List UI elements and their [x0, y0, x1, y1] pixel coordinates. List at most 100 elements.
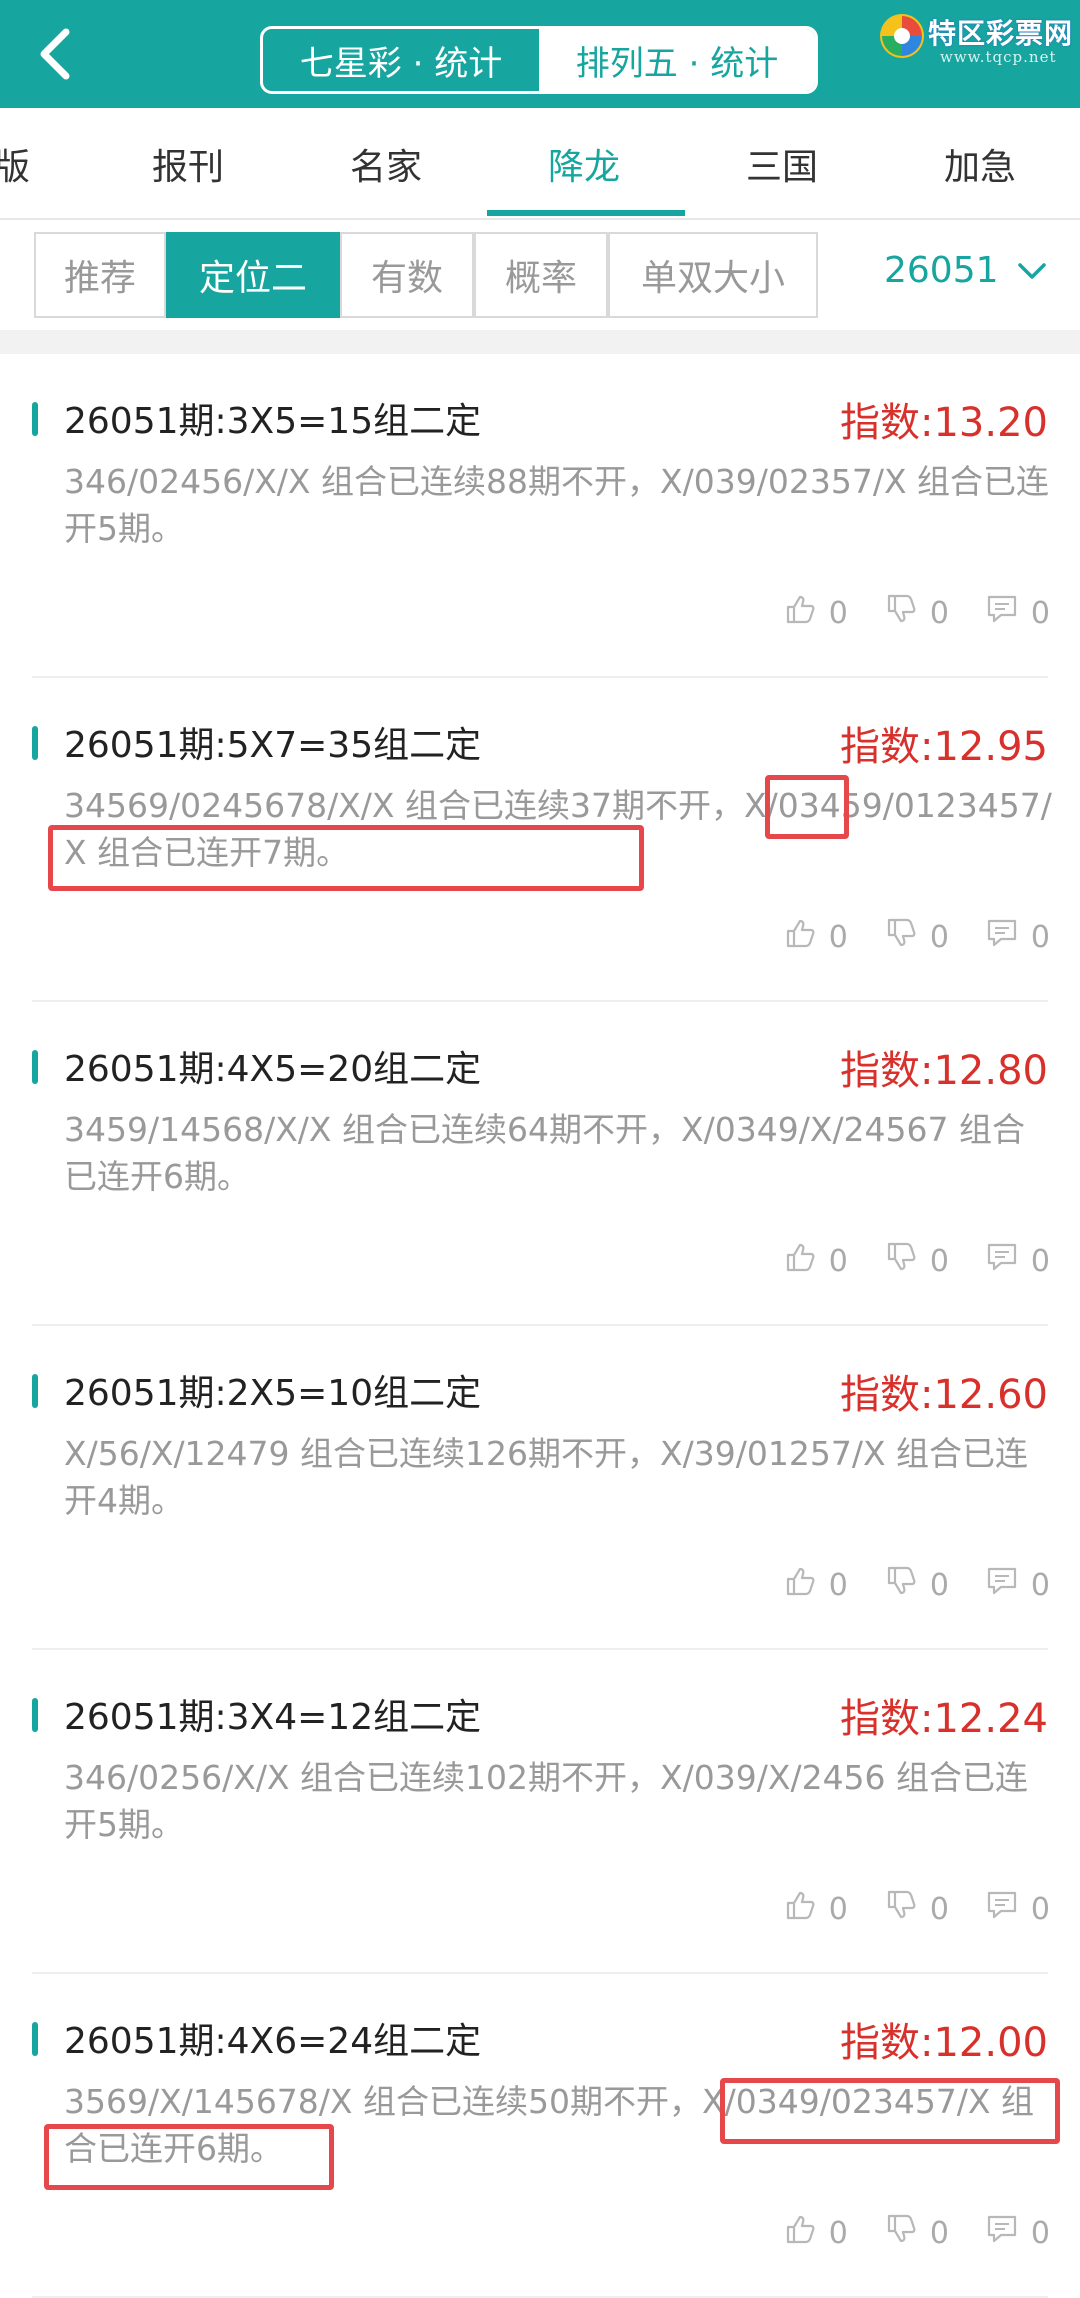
comment-count: 0 [1030, 919, 1050, 955]
thumbs-down-icon [884, 1240, 918, 1282]
like-button[interactable]: 0 [783, 592, 848, 634]
card-actions: 0 0 0 [783, 592, 1050, 634]
chevron-left-icon [40, 28, 70, 80]
dislike-button[interactable]: 0 [884, 1240, 949, 1282]
filter-dingwei2[interactable]: 定位二 [166, 232, 340, 318]
prediction-card[interactable]: 26051期:4X5=20组二定 指数:12.80 3459/14568/X/X 组… [0, 1002, 1080, 1326]
segment-qixingcai[interactable]: 七星彩 · 统计 [263, 29, 539, 91]
title-accent-bar [32, 2022, 38, 2056]
active-tab-indicator [487, 210, 685, 216]
tab-mingjia[interactable]: 名家 [350, 138, 422, 190]
highlight-box [44, 2124, 334, 2190]
thumbs-up-icon [783, 592, 817, 634]
thumbs-up-icon [783, 1564, 817, 1606]
card-description: X/56/X/12479 组合已连续126期不开，X/39/01257/X 组合… [64, 1434, 1029, 1520]
card-index: 指数:12.60 [840, 1372, 1048, 1418]
like-count: 0 [828, 595, 848, 631]
dislike-count: 0 [929, 919, 949, 955]
comment-icon [985, 2212, 1019, 2254]
card-title: 26051期:4X5=20组二定 [64, 1049, 482, 1090]
comment-count: 0 [1030, 1243, 1050, 1279]
card-index: 指数:12.80 [840, 1048, 1048, 1094]
like-button[interactable]: 0 [783, 2212, 848, 2254]
back-button[interactable] [28, 26, 84, 82]
like-button[interactable]: 0 [783, 916, 848, 958]
comment-count: 0 [1030, 595, 1050, 631]
card-description: 346/02456/X/X 组合已连续88期不开，X/039/02357/X 组… [64, 462, 1050, 548]
card-title: 26051期:3X5=15组二定 [64, 401, 482, 442]
comment-button[interactable]: 0 [985, 1888, 1050, 1930]
issue-select[interactable]: 26051 [884, 250, 1047, 291]
like-count: 0 [828, 1243, 848, 1279]
thumbs-up-icon [783, 1240, 817, 1282]
tab-sanguo[interactable]: 三国 [746, 138, 818, 190]
prediction-card[interactable]: 26051期:2X5=10组二定 指数:12.60 X/56/X/12479 组合已… [0, 1326, 1080, 1650]
comment-button[interactable]: 0 [985, 592, 1050, 634]
tab-baokan[interactable]: 报刊 [152, 138, 224, 190]
filter-row: 推荐 定位二 有数 概率 单双大小 26051 [0, 220, 1080, 330]
title-accent-bar [32, 1050, 38, 1084]
tab-xianglong[interactable]: 降龙 [548, 138, 620, 190]
card-index: 指数:12.95 [840, 724, 1048, 770]
like-button[interactable]: 0 [783, 1240, 848, 1282]
filter-tuijian[interactable]: 推荐 [34, 232, 166, 318]
logo-brand-text: 特区彩票网 [928, 17, 1074, 50]
title-accent-bar [32, 726, 38, 760]
comment-icon [985, 1240, 1019, 1282]
dislike-button[interactable]: 0 [884, 1564, 949, 1606]
segment-pailie5[interactable]: 排列五 · 统计 [539, 29, 815, 91]
tab-ban[interactable]: 版 [0, 138, 30, 190]
comment-icon [985, 1888, 1019, 1930]
title-accent-bar [32, 1698, 38, 1732]
prediction-card[interactable]: 26051期:3X5=15组二定 指数:13.20 346/02456/X/X 组合… [0, 354, 1080, 678]
like-count: 0 [828, 2215, 848, 2251]
category-tabs: 版 报刊 名家 降龙 三国 加急 [0, 108, 1080, 220]
dislike-button[interactable]: 0 [884, 916, 949, 958]
title-accent-bar [32, 1374, 38, 1408]
watermark-logo: 特区彩票网 www.tqcp.net [878, 8, 1078, 68]
top-bar: 七星彩 · 统计 排列五 · 统计 特区彩票网 www.tqcp.net [0, 0, 1080, 108]
filter-danshuang[interactable]: 单双大小 [608, 232, 818, 318]
card-actions: 0 0 0 [783, 2212, 1050, 2254]
comment-icon [985, 592, 1019, 634]
dislike-count: 0 [929, 595, 949, 631]
thumbs-down-icon [884, 592, 918, 634]
logo-site-text: www.tqcp.net [940, 48, 1057, 66]
dislike-count: 0 [929, 2215, 949, 2251]
comment-count: 0 [1030, 1567, 1050, 1603]
dislike-button[interactable]: 0 [884, 592, 949, 634]
tab-jiaji[interactable]: 加急 [944, 138, 1016, 190]
thumbs-down-icon [884, 1888, 918, 1930]
card-actions: 0 0 0 [783, 1888, 1050, 1930]
thumbs-down-icon [884, 916, 918, 958]
comment-button[interactable]: 0 [985, 916, 1050, 958]
comment-button[interactable]: 0 [985, 2212, 1050, 2254]
title-accent-bar [32, 402, 38, 436]
like-button[interactable]: 0 [783, 1888, 848, 1930]
filter-youshu[interactable]: 有数 [340, 232, 474, 318]
card-description: 346/0256/X/X 组合已连续102期不开，X/039/X/2456 组合… [64, 1758, 1029, 1844]
card-actions: 0 0 0 [783, 916, 1050, 958]
card-title: 26051期:4X6=24组二定 [64, 2021, 482, 2062]
thumbs-up-icon [783, 1888, 817, 1930]
dislike-button[interactable]: 0 [884, 1888, 949, 1930]
issue-value: 26051 [884, 250, 999, 291]
card-title: 26051期:5X7=35组二定 [64, 725, 482, 766]
highlight-box [48, 825, 644, 891]
comment-button[interactable]: 0 [985, 1564, 1050, 1606]
card-title: 26051期:2X5=10组二定 [64, 1373, 482, 1414]
dislike-button[interactable]: 0 [884, 2212, 949, 2254]
comment-button[interactable]: 0 [985, 1240, 1050, 1282]
chevron-down-icon [1017, 262, 1046, 279]
prediction-card[interactable]: 26051期:3X4=12组二定 指数:12.24 346/0256/X/X 组合已… [0, 1650, 1080, 1974]
logo-swirl-icon [880, 14, 924, 58]
filter-gailv[interactable]: 概率 [474, 232, 608, 318]
like-count: 0 [828, 1891, 848, 1927]
card-title: 26051期:3X4=12组二定 [64, 1697, 482, 1738]
card-index: 指数:12.24 [840, 1696, 1048, 1742]
highlight-box [765, 775, 849, 839]
lottery-segment-control: 七星彩 · 统计 排列五 · 统计 [260, 26, 818, 94]
like-button[interactable]: 0 [783, 1564, 848, 1606]
thumbs-down-icon [884, 2212, 918, 2254]
dislike-count: 0 [929, 1243, 949, 1279]
